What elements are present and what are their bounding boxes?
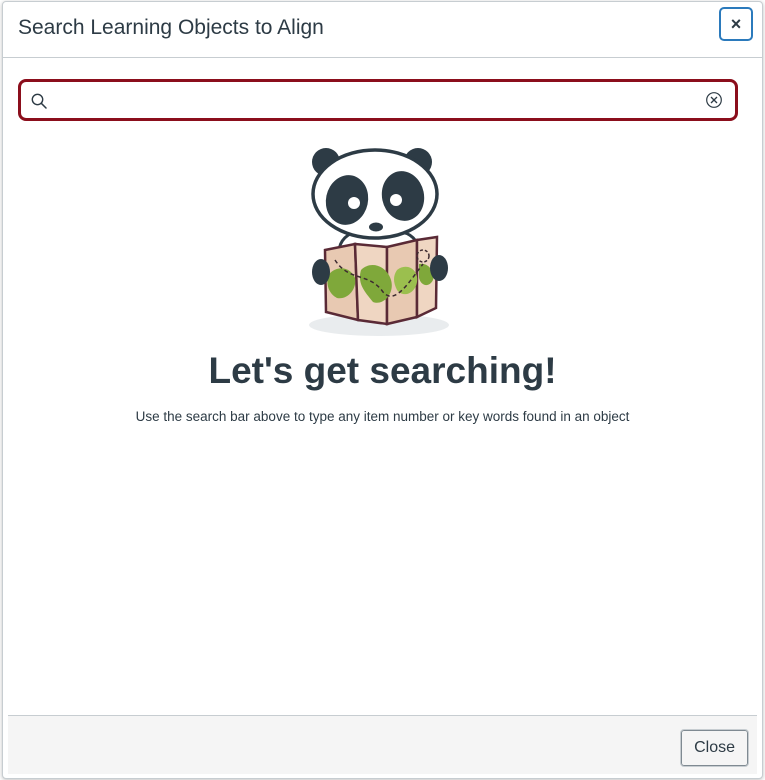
panda-map-illustration <box>309 148 449 336</box>
modal-footer: Close <box>8 715 757 774</box>
search-icon <box>31 93 47 109</box>
search-field[interactable] <box>18 79 738 121</box>
empty-state-heading: Let's get searching! <box>208 350 557 391</box>
empty-state-description: Use the search bar above to type any ite… <box>135 409 630 424</box>
modal-dialog: Search Learning Objects to Align × Let's… <box>2 1 763 779</box>
modal-header: Search Learning Objects to Align × <box>3 2 762 58</box>
modal-title: Search Learning Objects to Align <box>18 16 324 39</box>
close-icon[interactable]: × <box>719 7 753 41</box>
close-button[interactable]: Close <box>680 729 749 767</box>
clear-search-icon[interactable] <box>705 91 723 109</box>
search-input[interactable] <box>57 86 701 116</box>
